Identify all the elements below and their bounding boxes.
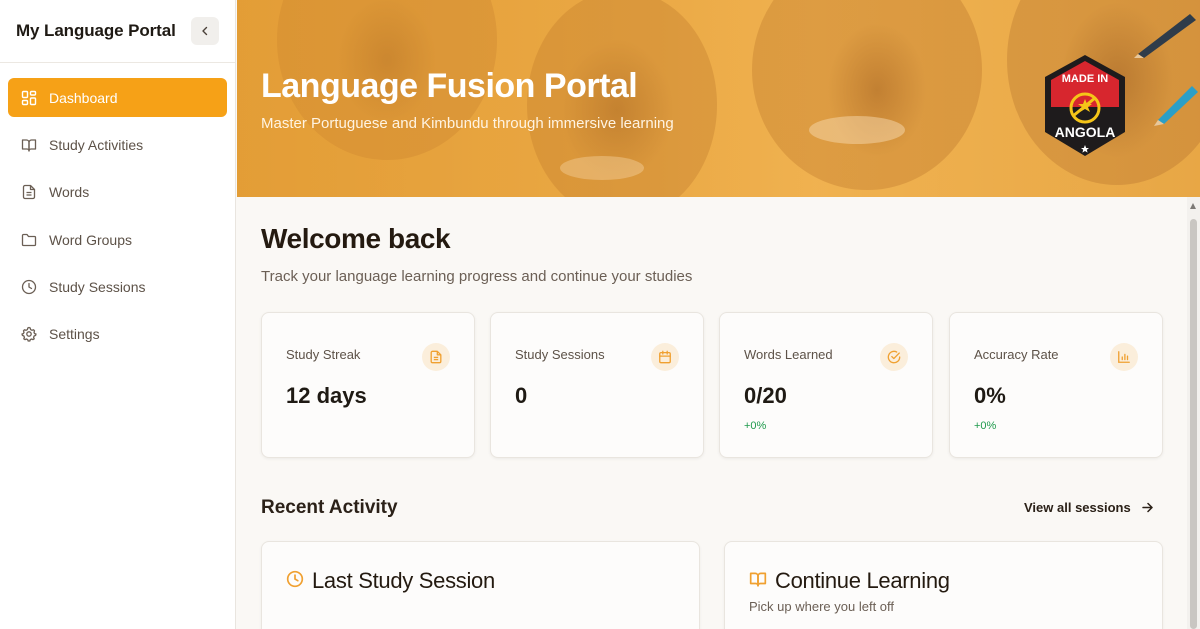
stat-value: 0/20 bbox=[744, 383, 787, 408]
folder-icon bbox=[21, 232, 37, 248]
card-title: Continue Learning bbox=[775, 568, 950, 593]
check-circle-icon bbox=[880, 343, 908, 371]
book-icon bbox=[21, 137, 37, 153]
main-content: Welcome back Track your language learnin… bbox=[237, 197, 1187, 629]
stat-label: Study Streak bbox=[286, 347, 361, 362]
document-icon bbox=[21, 184, 37, 200]
sidebar-item-settings[interactable]: Settings bbox=[8, 315, 227, 354]
pencil-icon bbox=[1154, 86, 1198, 126]
hero-banner: Language Fusion Portal Master Portuguese… bbox=[237, 0, 1200, 197]
book-icon bbox=[749, 570, 767, 588]
gear-icon bbox=[21, 326, 37, 343]
bar-chart-icon bbox=[1110, 343, 1138, 371]
badge-bottom-text: ANGOLA bbox=[1055, 124, 1116, 140]
sidebar-item-label: Study Activities bbox=[49, 136, 144, 153]
sidebar-header: My Language Portal bbox=[0, 0, 235, 63]
sidebar-item-words[interactable]: Words bbox=[8, 173, 227, 212]
card-title: Last Study Session bbox=[312, 568, 495, 593]
view-all-sessions-link[interactable]: View all sessions bbox=[1024, 500, 1154, 515]
sidebar-item-study-activities[interactable]: Study Activities bbox=[8, 125, 227, 164]
scroll-up-arrow-icon[interactable] bbox=[1190, 203, 1196, 209]
hero-title: Language Fusion Portal bbox=[261, 67, 638, 105]
sidebar-nav: Dashboard Study Activities Words Word Gr… bbox=[0, 63, 235, 354]
stat-label: Accuracy Rate bbox=[974, 347, 1059, 362]
page-title: Welcome back bbox=[261, 223, 451, 254]
arrow-right-icon bbox=[1141, 501, 1154, 514]
app-title: My Language Portal bbox=[16, 21, 176, 40]
collapse-sidebar-button[interactable] bbox=[191, 17, 219, 45]
sidebar-item-dashboard[interactable]: Dashboard bbox=[8, 78, 227, 117]
document-icon bbox=[422, 343, 450, 371]
chevron-left-icon bbox=[202, 26, 208, 36]
stat-value: 0% bbox=[974, 383, 1006, 408]
stat-delta: +0% bbox=[744, 420, 767, 432]
stat-card-accuracy-rate: Accuracy Rate 0% +0% bbox=[949, 312, 1163, 458]
clock-icon bbox=[286, 570, 304, 588]
sidebar-item-label: Settings bbox=[49, 326, 100, 343]
sidebar-item-label: Study Sessions bbox=[49, 279, 146, 296]
sidebar-item-label: Words bbox=[49, 184, 90, 201]
sidebar-item-label: Dashboard bbox=[49, 89, 118, 106]
pencil-icon bbox=[1134, 14, 1196, 58]
recent-activity-title: Recent Activity bbox=[261, 497, 398, 518]
scroll-thumb[interactable] bbox=[1190, 219, 1197, 629]
sidebar-item-word-groups[interactable]: Word Groups bbox=[8, 220, 227, 259]
stat-card-study-streak: Study Streak 12 days bbox=[261, 312, 475, 458]
stat-value: 0 bbox=[515, 383, 528, 408]
view-all-sessions-label: View all sessions bbox=[1024, 500, 1131, 515]
clock-icon bbox=[21, 279, 37, 295]
page-subtitle: Track your language learning progress an… bbox=[261, 268, 693, 285]
card-subtitle: Pick up where you left off bbox=[749, 599, 895, 614]
continue-learning-card: Continue Learning Pick up where you left… bbox=[724, 541, 1163, 629]
sidebar-item-study-sessions[interactable]: Study Sessions bbox=[8, 268, 227, 307]
badge-top-text: MADE IN bbox=[1062, 73, 1109, 85]
made-in-angola-badge: MADE IN ANGOLA bbox=[1045, 55, 1125, 156]
sidebar-item-label: Word Groups bbox=[49, 231, 132, 248]
calendar-icon bbox=[651, 343, 679, 371]
sidebar: My Language Portal Dashboard Study Activ… bbox=[0, 0, 236, 629]
stat-card-study-sessions: Study Sessions 0 bbox=[490, 312, 704, 458]
stat-card-words-learned: Words Learned 0/20 +0% bbox=[719, 312, 933, 458]
dashboard-icon bbox=[21, 90, 37, 106]
hero-subtitle: Master Portuguese and Kimbundu through i… bbox=[261, 115, 674, 132]
stat-label: Words Learned bbox=[744, 347, 833, 362]
stat-value: 12 days bbox=[286, 383, 367, 408]
last-study-session-card: Last Study Session bbox=[261, 541, 700, 629]
stat-label: Study Sessions bbox=[515, 347, 605, 362]
main-scrollbar[interactable] bbox=[1187, 197, 1200, 629]
stat-delta: +0% bbox=[974, 420, 997, 432]
